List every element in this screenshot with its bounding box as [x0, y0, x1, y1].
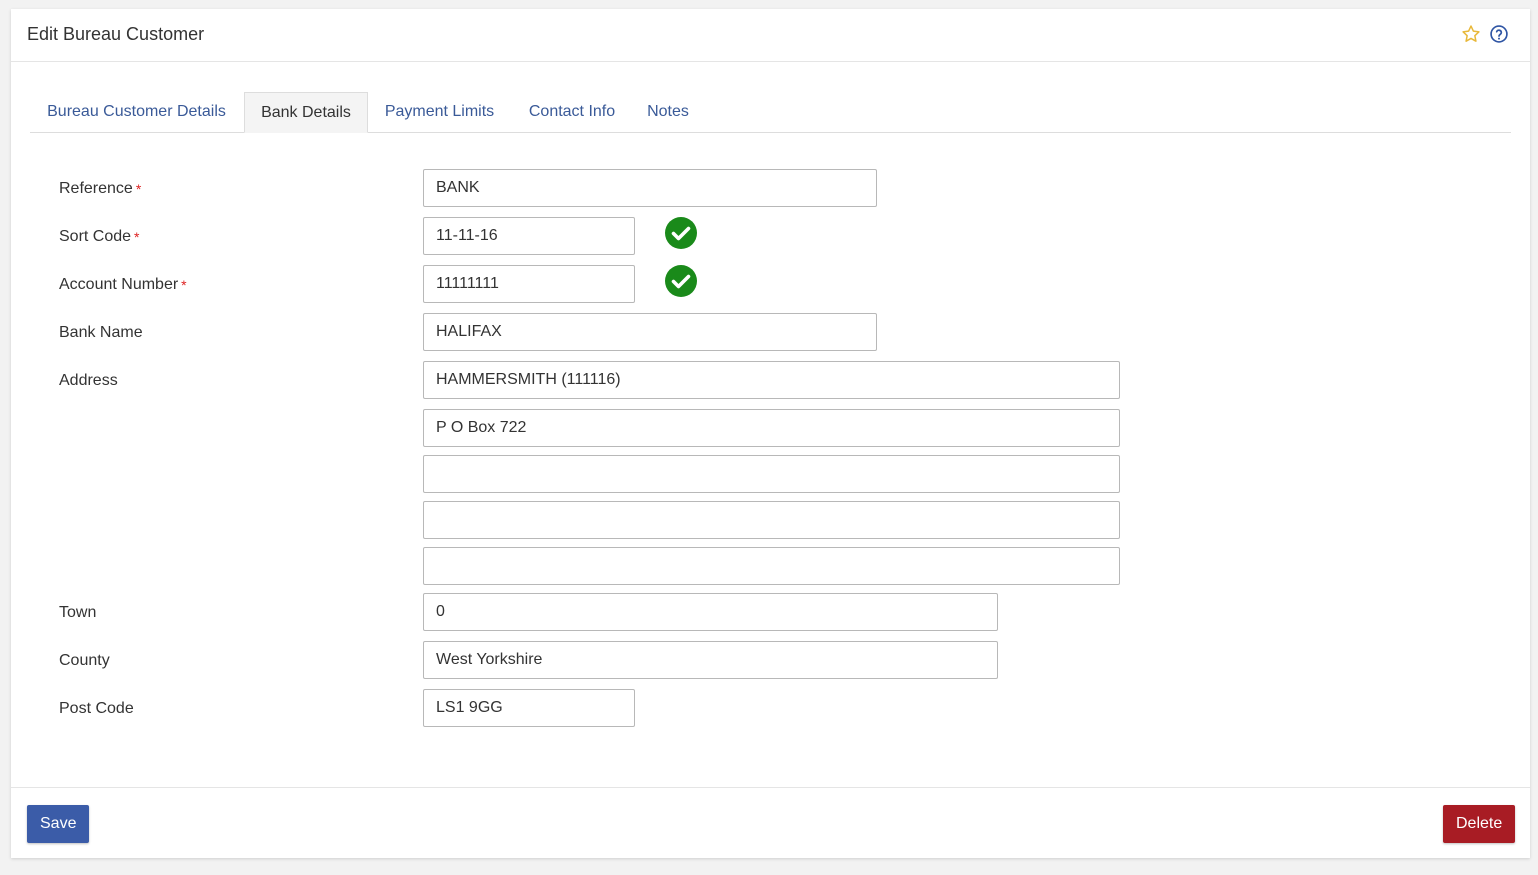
sort-code-input[interactable]	[423, 217, 635, 255]
post-code-label: Post Code	[59, 700, 134, 717]
sort-code-label: Sort Code *	[59, 227, 140, 247]
post-code-input[interactable]	[423, 689, 635, 727]
address-line-1-input[interactable]	[423, 361, 1120, 399]
account-number-valid-check-icon	[665, 265, 697, 297]
tab-bureau-customer-details[interactable]: Bureau Customer Details	[30, 92, 243, 132]
address-line-5-input[interactable]	[423, 547, 1120, 585]
sort-code-valid-check-icon	[665, 217, 697, 249]
tab-payment-limits[interactable]: Payment Limits	[368, 92, 511, 132]
county-label: County	[59, 652, 110, 669]
address-line-3-input[interactable]	[423, 455, 1120, 493]
card-footer: Save Delete	[11, 787, 1530, 859]
tab-bank-details[interactable]: Bank Details	[244, 92, 368, 133]
help-icon[interactable]	[1489, 24, 1509, 44]
reference-label-text: Reference	[59, 180, 133, 197]
bank-name-input[interactable]	[423, 313, 877, 351]
required-marker: *	[135, 181, 142, 197]
bank-name-label: Bank Name	[59, 324, 143, 341]
tab-notes[interactable]: Notes	[633, 92, 703, 132]
save-button[interactable]: Save	[27, 805, 89, 843]
address-line-4-input[interactable]	[423, 501, 1120, 539]
reference-label: Reference *	[59, 179, 141, 199]
account-number-input[interactable]	[423, 265, 635, 303]
required-marker: *	[134, 229, 140, 245]
card-header: Edit Bureau Customer	[11, 9, 1530, 62]
reference-input[interactable]	[423, 169, 877, 207]
town-label: Town	[59, 604, 97, 621]
account-number-label-text: Account Number	[59, 276, 179, 293]
address-line-2-input[interactable]	[423, 409, 1120, 447]
delete-button[interactable]: Delete	[1443, 805, 1515, 843]
county-input[interactable]	[423, 641, 998, 679]
town-input[interactable]	[423, 593, 998, 631]
edit-customer-card: Edit Bureau Customer Bureau Customer Det…	[11, 9, 1530, 858]
address-label: Address	[59, 372, 118, 389]
sort-code-label-text: Sort Code	[59, 228, 132, 245]
required-marker: *	[181, 277, 187, 293]
account-number-label: Account Number *	[59, 275, 187, 295]
favorite-star-icon[interactable]	[1461, 24, 1481, 44]
tab-bar: Bureau Customer Details Bank Details Pay…	[30, 92, 1511, 133]
page-title: Edit Bureau Customer	[27, 24, 205, 44]
tab-contact-info[interactable]: Contact Info	[511, 92, 633, 132]
